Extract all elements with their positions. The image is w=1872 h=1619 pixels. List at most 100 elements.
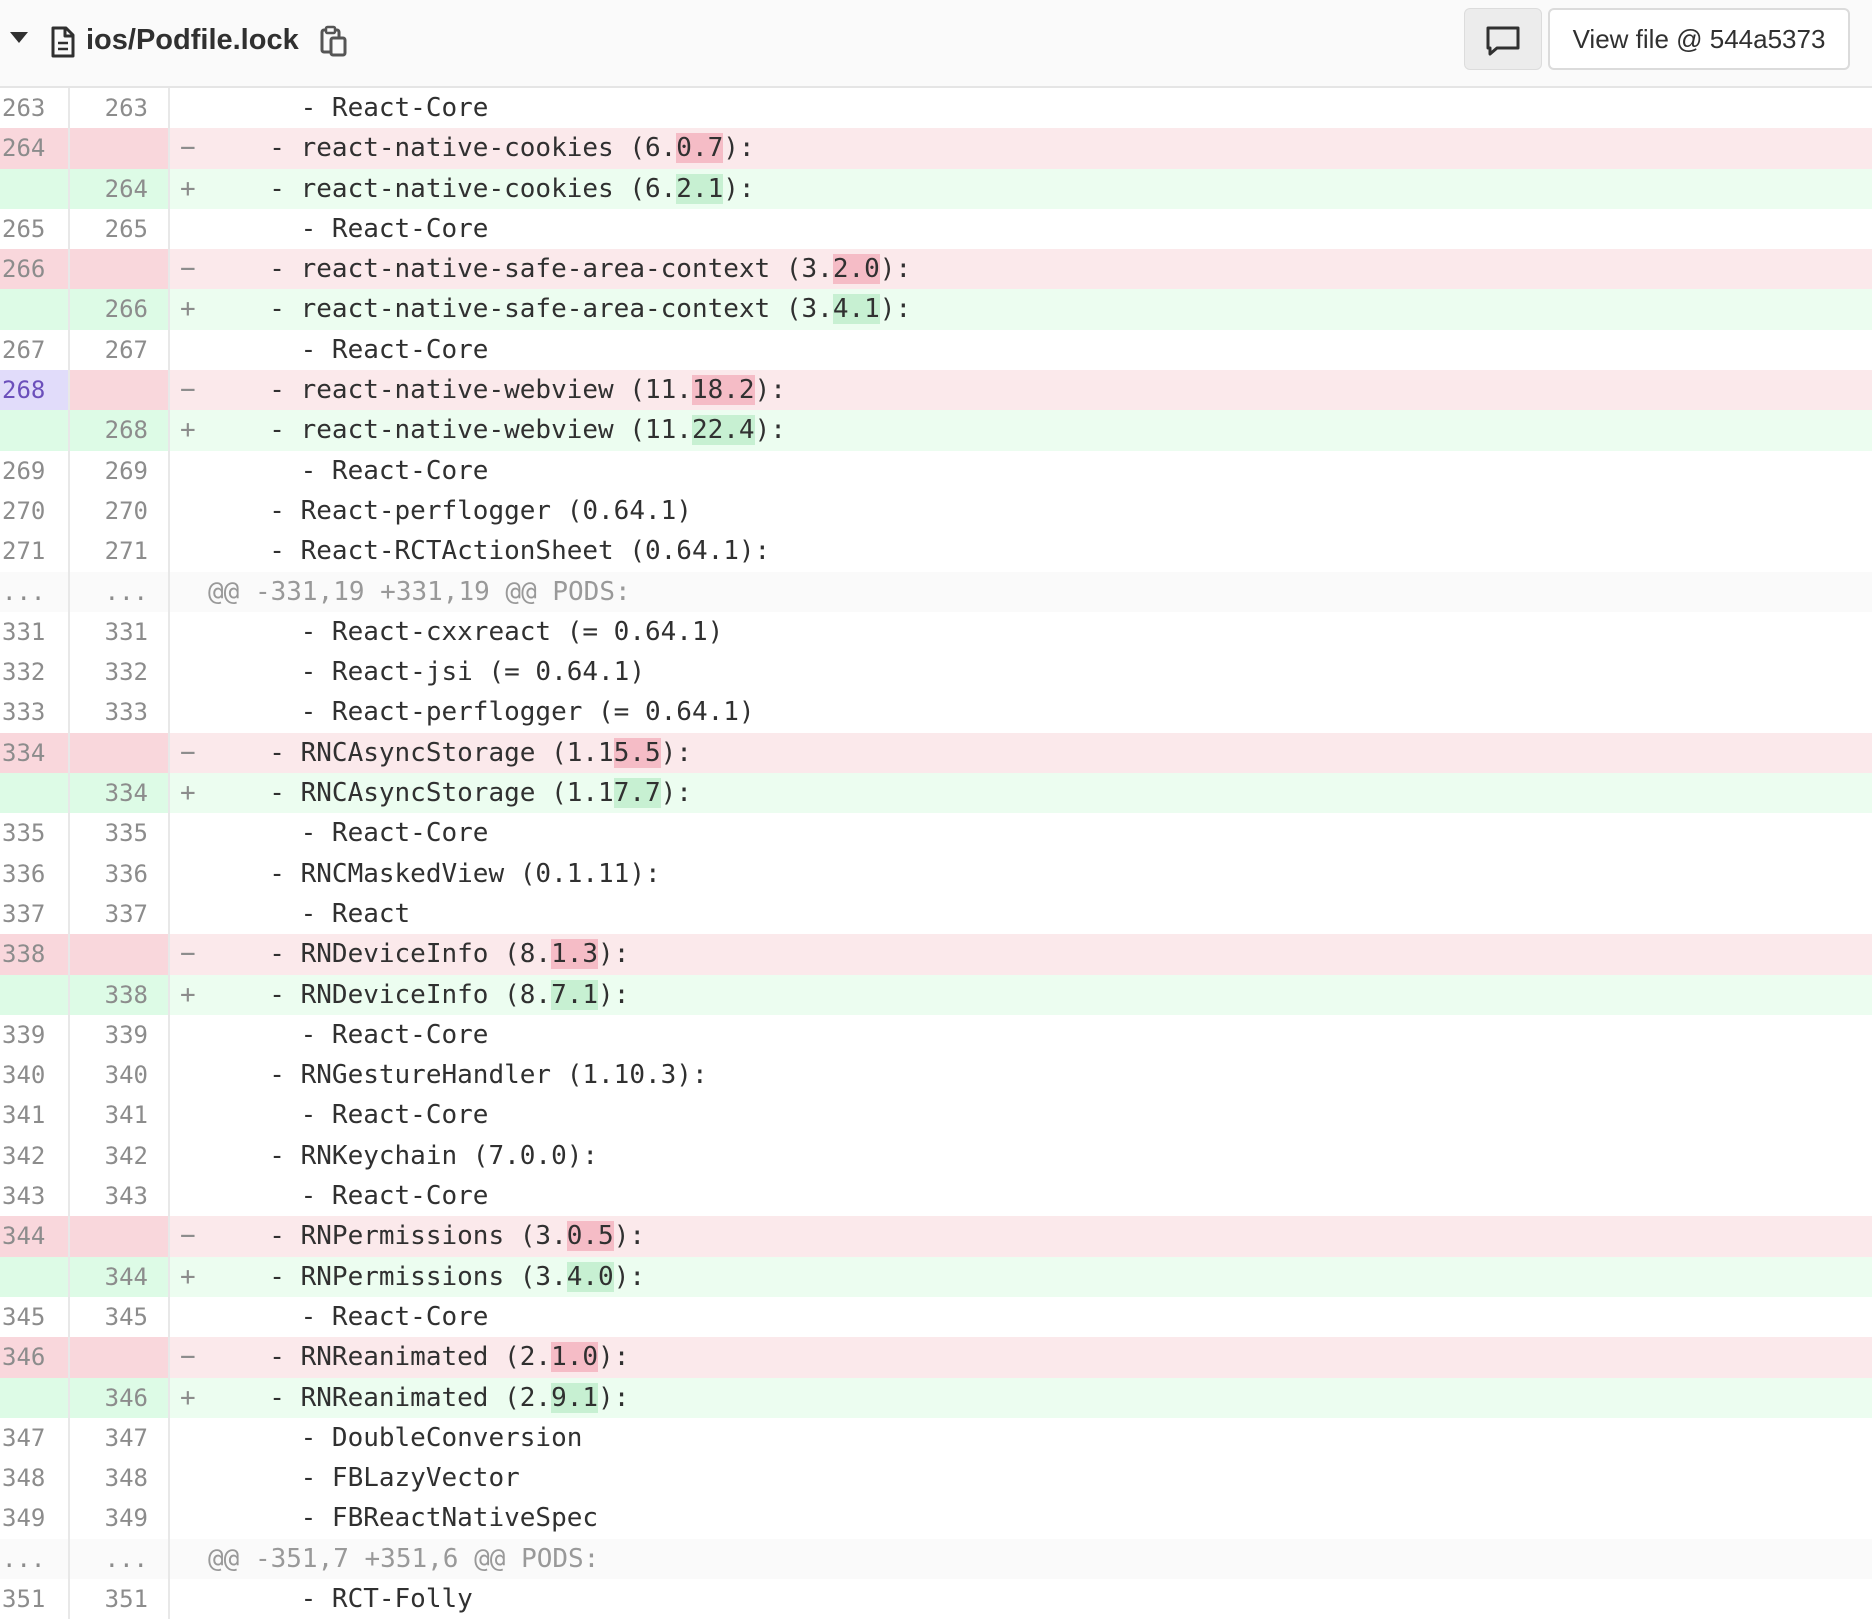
new-line-number[interactable]: 270 bbox=[70, 490, 170, 532]
code-line: - React-RCTActionSheet (0.64.1): bbox=[238, 531, 770, 571]
old-line-number[interactable]: 336 bbox=[0, 853, 70, 894]
new-line-number[interactable]: 331 bbox=[70, 611, 170, 653]
old-line-number[interactable]: 335 bbox=[0, 813, 70, 854]
code-text-suffix: ): bbox=[660, 778, 692, 809]
old-line-number[interactable]: 271 bbox=[0, 531, 70, 572]
old-line-number[interactable]: 337 bbox=[0, 893, 70, 935]
code-line: @@ -351,7 +351,6 @@ PODS: bbox=[208, 1539, 599, 1579]
new-line-number[interactable]: 344 bbox=[70, 1256, 170, 1297]
old-line-number[interactable]: 342 bbox=[0, 1135, 70, 1177]
code-text: - React-Core bbox=[238, 1301, 489, 1332]
diff-line: 338 + - RNDeviceInfo (8.7.1): bbox=[0, 974, 1872, 1015]
new-line-number[interactable]: 264 bbox=[70, 168, 170, 209]
changed-text-highlight: 7.7 bbox=[613, 778, 661, 809]
new-line-number[interactable]: 336 bbox=[70, 853, 170, 894]
old-line-number[interactable] bbox=[0, 289, 70, 330]
code-line: - RNGestureHandler (1.10.3): bbox=[238, 1055, 707, 1095]
old-line-number[interactable]: 263 bbox=[0, 88, 70, 129]
diff-marker: − bbox=[180, 254, 196, 285]
old-line-number[interactable] bbox=[0, 773, 70, 814]
old-line-number[interactable]: 264 bbox=[0, 128, 70, 169]
new-line-number[interactable]: 339 bbox=[70, 1014, 170, 1056]
new-line-number[interactable]: 263 bbox=[70, 88, 170, 129]
diff-line: 343 343 - React-Core bbox=[0, 1176, 1872, 1217]
old-line-number[interactable] bbox=[0, 1256, 70, 1297]
old-line-number[interactable]: 351 bbox=[0, 1578, 70, 1619]
new-line-number[interactable]: 351 bbox=[70, 1578, 170, 1619]
changed-text-highlight: 7.1 bbox=[551, 979, 599, 1010]
code-text: - RNDeviceInfo (8. bbox=[238, 939, 552, 970]
old-line-number[interactable]: 344 bbox=[0, 1216, 70, 1257]
view-file-button[interactable]: View file @ 544a5373 bbox=[1548, 8, 1850, 70]
new-line-number[interactable] bbox=[70, 934, 170, 975]
new-line-number[interactable]: 347 bbox=[70, 1417, 170, 1459]
old-line-number[interactable]: 347 bbox=[0, 1417, 70, 1459]
new-line-number[interactable]: ... bbox=[70, 571, 170, 612]
new-line-number[interactable]: 341 bbox=[70, 1095, 170, 1136]
new-line-number[interactable]: 340 bbox=[70, 1055, 170, 1096]
new-line-number[interactable]: 266 bbox=[70, 289, 170, 330]
old-line-number[interactable]: 348 bbox=[0, 1458, 70, 1499]
old-line-number[interactable]: 268 bbox=[0, 370, 70, 411]
new-line-number[interactable]: 337 bbox=[70, 893, 170, 935]
new-line-number[interactable] bbox=[70, 370, 170, 411]
old-line-number[interactable]: ... bbox=[0, 571, 70, 612]
new-line-number[interactable]: 334 bbox=[70, 773, 170, 814]
old-line-number[interactable] bbox=[0, 410, 70, 451]
new-line-number[interactable]: 342 bbox=[70, 1135, 170, 1177]
comment-button[interactable] bbox=[1464, 8, 1542, 70]
diff-line: 338 − - RNDeviceInfo (8.1.3): bbox=[0, 934, 1872, 975]
old-line-number[interactable]: 343 bbox=[0, 1176, 70, 1217]
code-text: - react-native-cookies (6. bbox=[238, 133, 677, 164]
diff-line: 344 + - RNPermissions (3.4.0): bbox=[0, 1256, 1872, 1297]
new-line-number[interactable]: 345 bbox=[70, 1296, 170, 1338]
new-line-number[interactable] bbox=[70, 128, 170, 169]
copy-clipboard-icon[interactable] bbox=[318, 24, 348, 58]
old-line-number[interactable]: 333 bbox=[0, 692, 70, 733]
old-line-number[interactable]: 346 bbox=[0, 1337, 70, 1378]
new-line-number[interactable]: 343 bbox=[70, 1176, 170, 1217]
old-line-number[interactable]: ... bbox=[0, 1538, 70, 1579]
new-line-number[interactable] bbox=[70, 1337, 170, 1378]
old-line-number[interactable]: 349 bbox=[0, 1498, 70, 1539]
new-line-number[interactable]: 333 bbox=[70, 692, 170, 733]
old-line-number[interactable]: 339 bbox=[0, 1014, 70, 1056]
new-line-number[interactable]: 335 bbox=[70, 813, 170, 854]
changed-text-highlight: 4.1 bbox=[832, 294, 880, 325]
new-line-number[interactable]: 332 bbox=[70, 652, 170, 693]
new-line-number[interactable]: 346 bbox=[70, 1377, 170, 1418]
diff-marker: − bbox=[180, 133, 196, 164]
new-line-number[interactable]: 269 bbox=[70, 450, 170, 491]
new-line-number[interactable]: 348 bbox=[70, 1458, 170, 1499]
new-line-number[interactable]: 271 bbox=[70, 531, 170, 572]
new-line-number[interactable]: 265 bbox=[70, 208, 170, 250]
new-line-number[interactable]: 349 bbox=[70, 1498, 170, 1539]
old-line-number[interactable]: 334 bbox=[0, 732, 70, 774]
old-line-number[interactable]: 338 bbox=[0, 934, 70, 975]
new-line-number[interactable]: ... bbox=[70, 1538, 170, 1579]
file-path[interactable]: ios/Podfile.lock bbox=[86, 20, 299, 60]
old-line-number[interactable]: 340 bbox=[0, 1055, 70, 1096]
code-line: - React-Core bbox=[238, 1015, 489, 1055]
old-line-number[interactable] bbox=[0, 168, 70, 209]
old-line-number[interactable]: 332 bbox=[0, 652, 70, 693]
old-line-number[interactable]: 265 bbox=[0, 208, 70, 250]
old-line-number[interactable] bbox=[0, 974, 70, 1015]
new-line-number[interactable]: 338 bbox=[70, 974, 170, 1015]
new-line-number[interactable]: 267 bbox=[70, 329, 170, 371]
code-text: - RCT-Folly bbox=[238, 1583, 473, 1614]
old-line-number[interactable]: 331 bbox=[0, 611, 70, 653]
new-line-number[interactable] bbox=[70, 1216, 170, 1257]
old-line-number[interactable]: 269 bbox=[0, 450, 70, 491]
new-line-number[interactable] bbox=[70, 732, 170, 774]
old-line-number[interactable]: 341 bbox=[0, 1095, 70, 1136]
old-line-number[interactable]: 345 bbox=[0, 1296, 70, 1338]
chevron-down-icon[interactable] bbox=[10, 32, 28, 43]
new-line-number[interactable] bbox=[70, 249, 170, 290]
old-line-number[interactable]: 267 bbox=[0, 329, 70, 371]
new-line-number[interactable]: 268 bbox=[70, 410, 170, 451]
old-line-number[interactable] bbox=[0, 1377, 70, 1418]
code-line: - React-Core bbox=[238, 1176, 489, 1216]
old-line-number[interactable]: 266 bbox=[0, 249, 70, 290]
old-line-number[interactable]: 270 bbox=[0, 490, 70, 532]
